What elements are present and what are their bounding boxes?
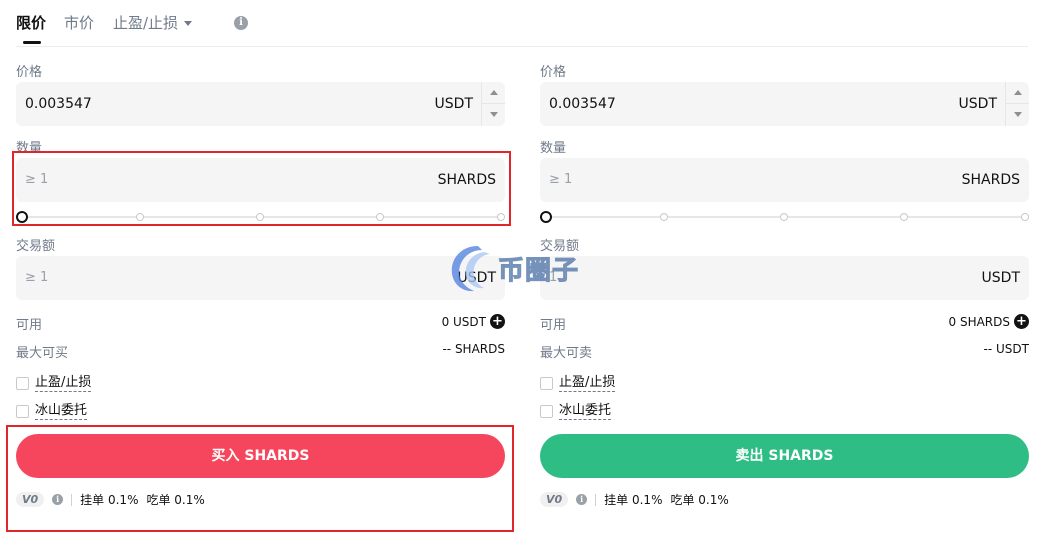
quantity-highlight-box: [12, 151, 511, 226]
price-label: 价格: [16, 65, 43, 80]
sell-panel: 价格 0.003547 USDT 数量 ≥ 1 SHARDS 交易额 1 USD…: [540, 0, 1029, 544]
max-sell-value: -- USDT: [983, 342, 1029, 356]
slider-step-25[interactable]: [660, 213, 668, 221]
price-value: 0.003547: [25, 96, 92, 112]
sell-button[interactable]: 卖出 SHARDS: [540, 434, 1029, 478]
slider-step-50[interactable]: [780, 213, 788, 221]
max-buy-value: -- SHARDS: [442, 342, 505, 356]
plus-circle-icon[interactable]: +: [1014, 314, 1029, 329]
quantity-placeholder: ≥ 1: [549, 172, 573, 187]
slider-step-100[interactable]: [1021, 213, 1029, 221]
fee-row: V0 i 挂单 0.1% 吃单 0.1%: [540, 491, 729, 508]
tpsl-checkbox[interactable]: 止盈/止损: [540, 375, 616, 392]
watermark-logo-icon: [451, 246, 490, 292]
stepper-down-icon[interactable]: [1006, 104, 1029, 126]
amount-unit: USDT: [981, 270, 1020, 286]
price-unit: USDT: [434, 96, 473, 112]
available-label: 可用: [16, 318, 43, 333]
sell-total-input[interactable]: 1 USDT: [540, 256, 1029, 300]
max-sell-label: 最大可卖: [540, 346, 593, 361]
divider: [595, 493, 597, 506]
checkbox-box: [16, 377, 29, 390]
iceberg-checkbox[interactable]: 冰山委托: [540, 403, 612, 420]
info-icon[interactable]: i: [576, 494, 588, 505]
price-stepper: [481, 82, 505, 126]
price-value: 0.003547: [549, 96, 616, 112]
stepper-down-icon[interactable]: [482, 104, 505, 126]
vip-level-badge: V0: [540, 492, 569, 507]
tpsl-label: 止盈/止损: [559, 375, 616, 392]
tpsl-checkbox[interactable]: 止盈/止损: [16, 375, 92, 392]
price-label: 价格: [540, 65, 567, 80]
available-label: 可用: [540, 318, 567, 333]
buy-highlight-box: [6, 425, 514, 532]
tpsl-label: 止盈/止损: [35, 375, 92, 392]
iceberg-checkbox[interactable]: 冰山委托: [16, 403, 88, 420]
amount-label: 交易额: [16, 239, 56, 254]
watermark-text: 币圈子: [497, 255, 580, 286]
checkbox-box: [16, 405, 29, 418]
max-buy-label: 最大可买: [16, 346, 69, 361]
sell-amount-slider[interactable]: [540, 211, 1029, 223]
price-unit: USDT: [958, 96, 997, 112]
sell-quantity-input[interactable]: ≥ 1 SHARDS: [540, 158, 1029, 202]
plus-circle-icon[interactable]: +: [490, 314, 505, 329]
price-stepper: [1005, 82, 1029, 126]
iceberg-label: 冰山委托: [35, 403, 88, 420]
quantity-label: 数量: [540, 141, 567, 156]
stepper-up-icon[interactable]: [1006, 82, 1029, 104]
checkbox-box: [540, 377, 553, 390]
maker-fee: 挂单 0.1%: [604, 493, 663, 507]
watermark: 币圈子: [448, 242, 579, 294]
buy-total-input[interactable]: ≥ 1 USDT: [16, 256, 505, 300]
slider-step-75[interactable]: [900, 213, 908, 221]
available-value: 0 SHARDS: [948, 314, 1011, 329]
taker-fee: 吃单 0.1%: [670, 493, 729, 507]
buy-price-input[interactable]: 0.003547 USDT: [16, 82, 505, 126]
stepper-up-icon[interactable]: [482, 82, 505, 104]
sell-price-input[interactable]: 0.003547 USDT: [540, 82, 1029, 126]
slider-handle[interactable]: [540, 211, 552, 223]
available-value: 0 USDT: [441, 314, 486, 329]
amount-placeholder: ≥ 1: [25, 270, 49, 285]
quantity-unit: SHARDS: [961, 172, 1020, 188]
iceberg-label: 冰山委托: [559, 403, 612, 420]
checkbox-box: [540, 405, 553, 418]
